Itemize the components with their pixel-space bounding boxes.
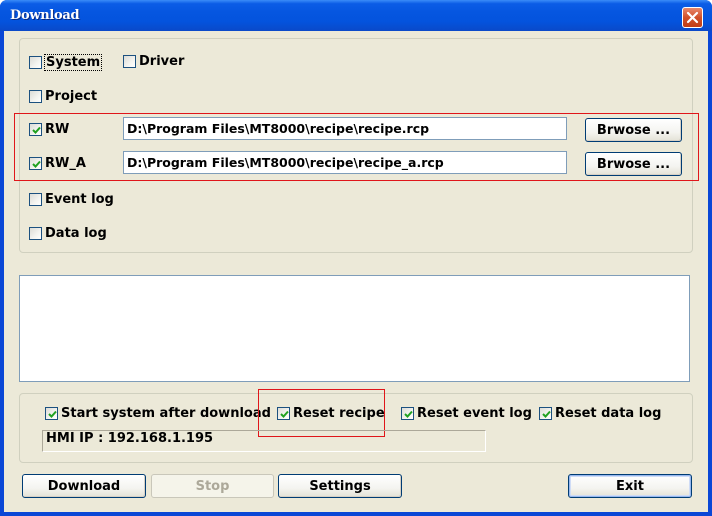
reset-recipe-checkbox[interactable] <box>277 406 290 420</box>
reset-data-log-checkbox[interactable] <box>539 406 552 420</box>
download-button[interactable]: Download <box>22 474 146 498</box>
rw-a-checkbox-row[interactable]: RW_A <box>29 155 86 171</box>
rw-label: RW <box>45 121 70 137</box>
checkmark-icon <box>32 160 41 168</box>
checkmark-icon <box>542 410 551 418</box>
title-bar[interactable]: Download <box>0 0 712 31</box>
data-log-checkbox-row[interactable]: Data log <box>29 225 107 241</box>
system-checkbox[interactable] <box>29 55 42 69</box>
checkmark-icon <box>48 410 57 418</box>
rw-a-checkbox[interactable] <box>29 156 42 170</box>
rw-checkbox[interactable] <box>29 122 42 136</box>
dialog-body: System Driver Project RW D:\Program File… <box>4 31 708 512</box>
exit-button[interactable]: Exit <box>568 474 692 498</box>
stop-button[interactable]: Stop <box>151 474 274 498</box>
rw-path-field[interactable]: D:\Program Files\MT8000\recipe\recipe.rc… <box>123 117 567 140</box>
rw-a-label: RW_A <box>45 155 86 171</box>
rw-a-path-field[interactable]: D:\Program Files\MT8000\recipe\recipe_a.… <box>123 151 567 174</box>
start-system-checkbox[interactable] <box>45 406 58 420</box>
close-x-icon <box>686 11 699 24</box>
hmi-ip-status: HMI IP : 192.168.1.195 <box>42 430 486 452</box>
checkmark-icon <box>280 410 289 418</box>
rw-checkbox-row[interactable]: RW <box>29 121 69 137</box>
options-group <box>19 393 693 463</box>
reset-event-log-checkbox-row[interactable]: Reset event log <box>401 405 532 421</box>
start-system-label: Start system after download <box>61 405 271 421</box>
reset-recipe-checkbox-row[interactable]: Reset recipe <box>277 405 385 421</box>
checkmark-icon <box>404 410 413 418</box>
window-title: Download <box>10 8 80 23</box>
data-log-label: Data log <box>45 225 107 241</box>
reset-recipe-label: Reset recipe <box>293 405 385 421</box>
settings-button[interactable]: Settings <box>278 474 402 498</box>
rw-a-browse-button[interactable]: Brwose ... <box>585 152 682 176</box>
checkmark-icon <box>32 126 41 134</box>
project-label: Project <box>45 88 98 104</box>
data-log-checkbox[interactable] <box>29 226 42 240</box>
event-log-checkbox-row[interactable]: Event log <box>29 191 114 207</box>
start-system-checkbox-row[interactable]: Start system after download <box>45 405 271 421</box>
driver-label: Driver <box>139 53 185 69</box>
system-label: System <box>43 53 103 71</box>
system-checkbox-row[interactable]: System <box>29 53 103 71</box>
driver-checkbox-row[interactable]: Driver <box>123 53 184 69</box>
project-checkbox-row[interactable]: Project <box>29 88 97 104</box>
driver-checkbox[interactable] <box>123 54 136 68</box>
rw-browse-button[interactable]: Brwose ... <box>585 118 682 142</box>
reset-data-log-checkbox-row[interactable]: Reset data log <box>539 405 661 421</box>
reset-event-log-label: Reset event log <box>417 405 532 421</box>
project-checkbox[interactable] <box>29 89 42 103</box>
reset-event-log-checkbox[interactable] <box>401 406 414 420</box>
event-log-label: Event log <box>45 191 114 207</box>
download-dialog: Download System Driver Project RW D:\Pro… <box>0 0 712 516</box>
download-log-area[interactable] <box>19 275 690 382</box>
reset-data-log-label: Reset data log <box>555 405 662 421</box>
event-log-checkbox[interactable] <box>29 192 42 206</box>
download-items-group <box>19 38 693 253</box>
close-button[interactable] <box>682 7 703 28</box>
